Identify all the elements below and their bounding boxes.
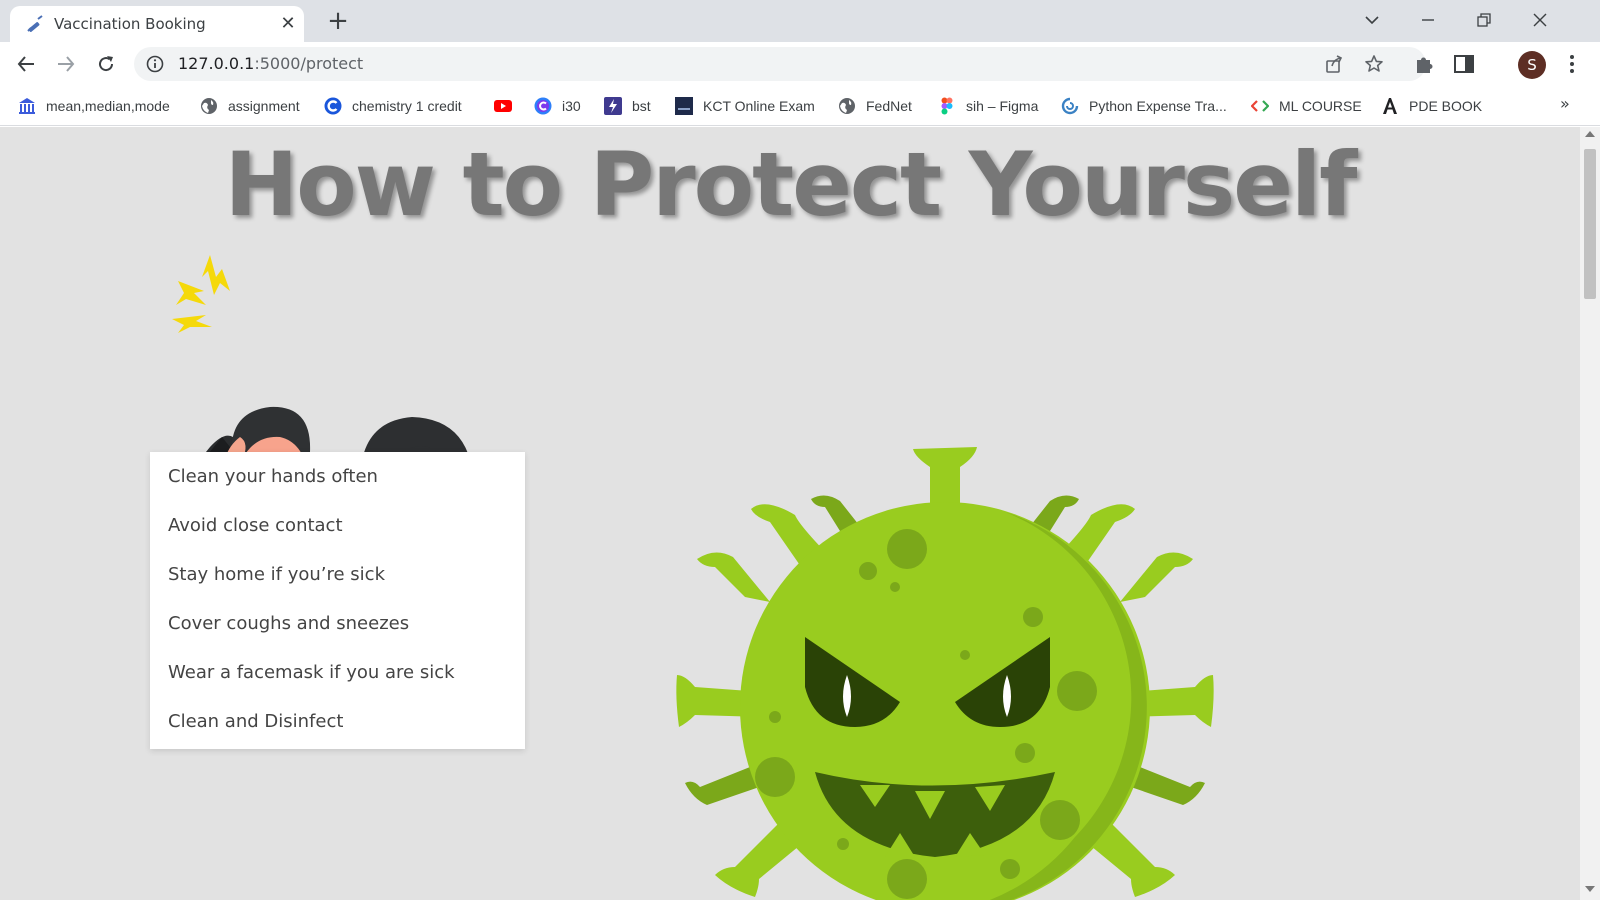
page-scrollbar[interactable] <box>1580 127 1600 900</box>
back-button[interactable] <box>10 48 42 80</box>
bookmark-label: FedNet <box>866 98 912 114</box>
bookmark-label: bst <box>632 98 651 114</box>
bookmark-label: sih – Figma <box>966 98 1039 114</box>
bookmark-i30[interactable]: i30 <box>534 95 581 117</box>
bookmark-label: chemistry 1 credit <box>352 98 462 114</box>
tip-item: Stay home if you’re sick <box>168 564 385 585</box>
tip-item: Avoid close contact <box>168 515 343 536</box>
url-host: 127.0.0.1 <box>178 54 255 73</box>
tip-item: Cover coughs and sneezes <box>168 613 410 634</box>
figma-icon <box>941 97 953 115</box>
extensions-icon[interactable] <box>1412 52 1436 76</box>
tab-vaccination-booking[interactable]: Vaccination Booking ✕ <box>10 6 304 42</box>
address-bar[interactable]: 127.0.0.1:5000/protect <box>134 47 1426 81</box>
python-icon <box>1061 97 1079 115</box>
bank-icon <box>19 98 35 114</box>
more-bookmarks-icon[interactable]: » <box>1560 94 1570 113</box>
bolt-icon <box>604 97 622 115</box>
back-arrow-icon <box>17 56 34 72</box>
bookmark-bst[interactable]: bst <box>604 95 651 117</box>
globe-icon <box>201 98 217 114</box>
bookmark-assignment[interactable]: assignment <box>200 95 300 117</box>
a-letter-icon <box>1383 98 1397 114</box>
url-path: :5000/protect <box>254 54 364 73</box>
page-content: How to Protect Yourself Clean your hands… <box>0 127 1580 900</box>
forward-arrow-icon <box>58 56 75 72</box>
bookmark-label: assignment <box>228 98 300 114</box>
share-icon[interactable] <box>1324 54 1344 74</box>
virus-illustration <box>676 447 1214 900</box>
scroll-thumb[interactable] <box>1584 149 1596 299</box>
url-text[interactable]: 127.0.0.1:5000/protect <box>178 54 363 73</box>
c-circle-icon <box>534 97 552 115</box>
reload-icon <box>99 56 114 72</box>
bookmark-label: Python Expense Tra... <box>1089 98 1227 114</box>
bookmark-fednet[interactable]: FedNet <box>838 95 912 117</box>
code-icon <box>1251 100 1269 112</box>
bookmark-label: ML COURSE <box>1279 98 1362 114</box>
bookmark-pde-book[interactable]: PDE BOOK <box>1381 95 1482 117</box>
reload-button[interactable] <box>90 48 122 80</box>
globe-icon <box>839 98 855 114</box>
vaccine-icon <box>27 15 43 32</box>
bookmark-label: KCT Online Exam <box>703 98 815 114</box>
bookmark-chemistry[interactable]: chemistry 1 credit <box>324 95 462 117</box>
page-title: How to Protect Yourself <box>224 133 1358 236</box>
tip-item: Wear a facemask if you are sick <box>168 662 455 683</box>
youtube-icon <box>494 100 512 112</box>
bookmark-label: PDE BOOK <box>1409 98 1483 114</box>
browser-toolbar: 127.0.0.1:5000/protect S <box>0 42 1600 86</box>
bookmark-ml-course[interactable]: ML COURSE <box>1251 95 1362 117</box>
site-info-icon[interactable] <box>146 55 164 73</box>
scroll-up-arrow-icon[interactable] <box>1585 131 1595 137</box>
more-menu-icon[interactable] <box>1560 52 1584 76</box>
restore-icon[interactable] <box>1464 4 1504 36</box>
tab-title: Vaccination Booking <box>54 15 206 33</box>
minimize-icon[interactable] <box>1408 4 1448 36</box>
bookmark-mean-median-mode[interactable]: mean,median,mode <box>18 95 170 117</box>
new-tab-button[interactable]: + <box>322 6 354 38</box>
tips-list-card: Clean your hands often Avoid close conta… <box>150 452 525 749</box>
bookmark-sih-figma[interactable]: sih – Figma <box>938 95 1038 117</box>
bookmark-label: i30 <box>562 98 581 114</box>
bookmark-youtube[interactable] <box>493 95 523 117</box>
bookmark-kct-online-exam[interactable]: KCT Online Exam <box>675 95 815 117</box>
side-panel-icon[interactable] <box>1452 52 1476 76</box>
forward-button[interactable] <box>50 48 82 80</box>
tip-item: Clean your hands often <box>168 466 378 487</box>
bookmarks-bar: mean,median,mode assignment chemistry 1 … <box>0 86 1600 126</box>
bookmark-star-icon[interactable] <box>1364 54 1384 74</box>
profile-avatar[interactable]: S <box>1518 51 1546 79</box>
bookmark-label: mean,median,mode <box>46 98 170 114</box>
tip-item: Clean and Disinfect <box>168 711 344 732</box>
tab-search-icon[interactable] <box>1352 4 1392 36</box>
scroll-down-arrow-icon[interactable] <box>1585 886 1595 892</box>
tab-strip: Vaccination Booking ✕ + <box>0 0 1600 42</box>
kct-icon <box>675 97 693 115</box>
c-logo-icon <box>324 97 342 115</box>
close-tab-icon[interactable]: ✕ <box>274 10 302 38</box>
bookmark-python-expense[interactable]: Python Expense Tra... <box>1061 95 1227 117</box>
close-window-icon[interactable] <box>1520 4 1560 36</box>
